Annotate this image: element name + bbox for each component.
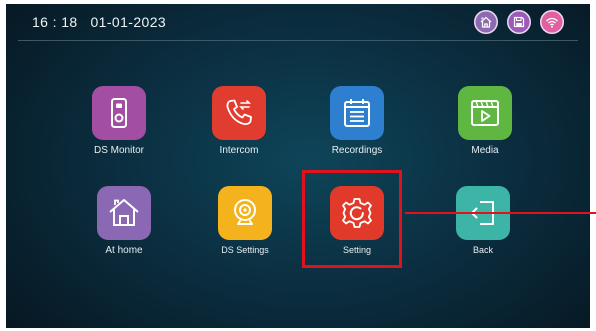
- app-back[interactable]: Back: [428, 186, 538, 270]
- camera-icon: [234, 199, 256, 225]
- app-ds-settings[interactable]: DS Settings: [190, 186, 300, 270]
- save-icon: [513, 16, 525, 28]
- status-bar-divider: [18, 40, 578, 41]
- time-date-display: 16 : 18 01-01-2023: [32, 14, 166, 30]
- app-recordings-tile[interactable]: [330, 86, 384, 140]
- date-text: 01-01-2023: [90, 14, 167, 30]
- callout-pointer-line: [405, 212, 596, 214]
- app-back-label: Back: [472, 245, 493, 255]
- wifi-status-button[interactable]: [540, 10, 564, 34]
- house-icon: [109, 199, 139, 226]
- app-ds-monitor-tile[interactable]: [92, 86, 146, 140]
- setting-highlight-box: [302, 170, 402, 268]
- save-status-button[interactable]: [507, 10, 531, 34]
- app-ds-monitor[interactable]: DS Monitor: [64, 86, 174, 170]
- app-media-label: Media: [471, 145, 499, 156]
- app-ds-monitor-label: DS Monitor: [93, 145, 144, 156]
- wifi-icon: [546, 17, 558, 28]
- app-media[interactable]: Media: [430, 86, 540, 170]
- app-intercom-tile[interactable]: [212, 86, 266, 140]
- app-at-home-tile[interactable]: [97, 186, 151, 240]
- app-at-home-label: At home: [105, 245, 143, 256]
- calendar-list-icon: [344, 99, 370, 127]
- app-ds-settings-tile[interactable]: [218, 186, 272, 240]
- time-text: 16 : 18: [32, 14, 78, 30]
- intercom-home-screen: 16 : 18 01-01-2023 DS Monitor Intercom R…: [6, 4, 590, 328]
- app-media-tile[interactable]: [458, 86, 512, 140]
- app-recordings[interactable]: Recordings: [302, 86, 412, 170]
- app-at-home[interactable]: At home: [69, 186, 179, 270]
- app-intercom[interactable]: Intercom: [184, 86, 294, 170]
- film-play-icon: [471, 100, 499, 126]
- app-recordings-label: Recordings: [331, 145, 383, 156]
- status-bar: 16 : 18 01-01-2023: [6, 4, 590, 40]
- app-intercom-label: Intercom: [219, 145, 259, 156]
- intercom-panel-icon: [111, 98, 127, 128]
- home-icon: [480, 16, 492, 28]
- phone-call-icon: [226, 99, 252, 125]
- home-status-button[interactable]: [474, 10, 498, 34]
- app-ds-settings-label: DS Settings: [221, 245, 269, 255]
